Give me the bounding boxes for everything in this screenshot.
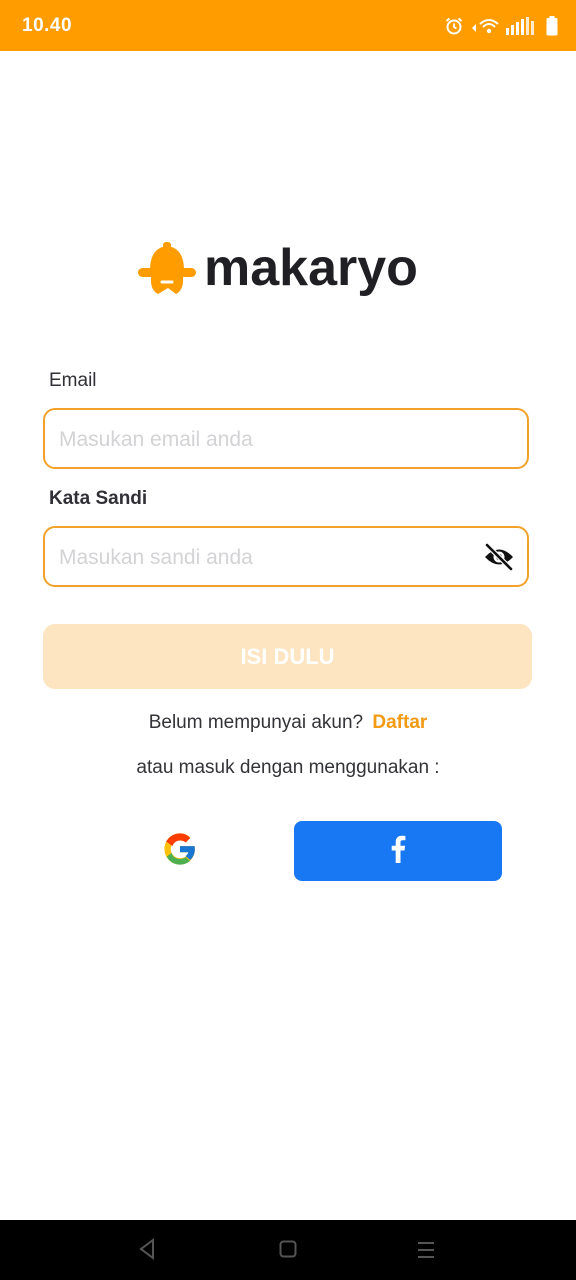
facebook-login-button[interactable] xyxy=(294,821,502,881)
password-field-container xyxy=(43,526,529,587)
submit-button[interactable]: ISI DULU xyxy=(43,624,532,689)
brand-name: makaryo xyxy=(204,239,418,297)
back-icon[interactable] xyxy=(138,1238,156,1265)
helmet-icon xyxy=(138,242,196,301)
facebook-icon xyxy=(390,835,406,868)
home-icon[interactable] xyxy=(279,1240,297,1263)
register-prompt: Belum mempunyai akun? xyxy=(148,712,364,733)
brand-logo: makaryo xyxy=(138,236,438,306)
wifi-icon xyxy=(470,16,500,36)
social-login-prompt: atau masuk dengan menggunakan : xyxy=(136,757,440,778)
status-time: 10.40 xyxy=(22,15,73,36)
menu-icon[interactable] xyxy=(417,1241,435,1264)
status-icons xyxy=(444,14,558,38)
google-login-button[interactable] xyxy=(140,820,220,882)
google-icon xyxy=(163,832,197,871)
email-field-container xyxy=(43,408,529,469)
email-label: Email xyxy=(49,370,97,391)
status-bar: 10.40 xyxy=(0,0,576,51)
battery-icon xyxy=(546,16,558,36)
signal-icon xyxy=(506,17,540,35)
register-line: Belum mempunyai akun? Daftar xyxy=(0,712,576,734)
alarm-icon xyxy=(444,16,464,36)
password-input[interactable] xyxy=(57,528,481,587)
password-label: Kata Sandi xyxy=(49,488,148,509)
eye-off-icon[interactable] xyxy=(483,542,515,572)
system-nav-bar xyxy=(0,1220,576,1280)
register-link[interactable]: Daftar xyxy=(372,712,427,733)
email-input[interactable] xyxy=(57,410,481,469)
